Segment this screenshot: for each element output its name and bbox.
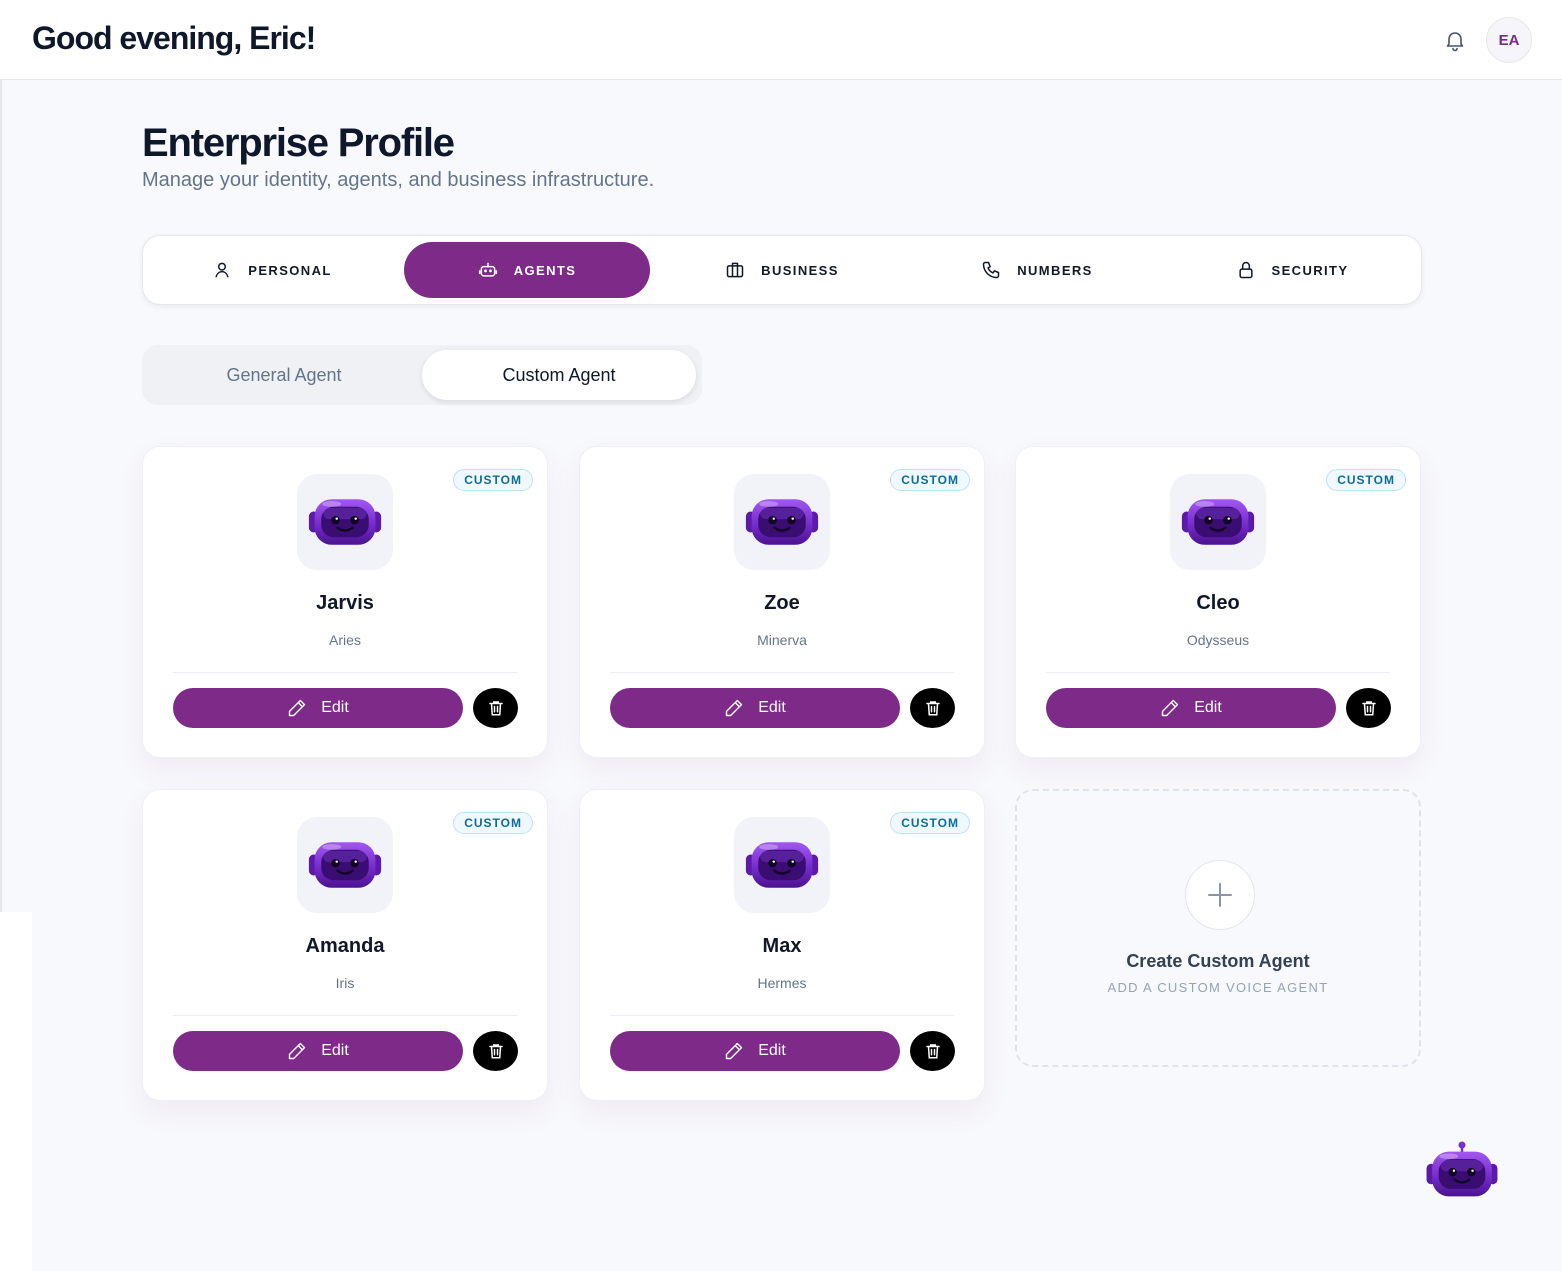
custom-badge: CUSTOM xyxy=(890,469,970,491)
plus-icon[interactable] xyxy=(1185,860,1255,930)
phone-icon xyxy=(982,261,1000,279)
agent-voice: Aries xyxy=(329,632,361,648)
agent-card: CUSTOM Zoe Minerva Edit xyxy=(579,446,985,758)
edit-label: Edit xyxy=(321,699,349,716)
edit-button[interactable]: Edit xyxy=(610,688,900,728)
tab-agents[interactable]: AGENTS xyxy=(404,242,650,298)
divider xyxy=(173,672,517,673)
edit-button[interactable]: Edit xyxy=(173,1031,463,1071)
divider xyxy=(610,672,954,673)
profile-tabs: PERSONAL AGENTS BUSINESS NUMBERS SECURIT… xyxy=(142,235,1422,305)
create-card-title: Create Custom Agent xyxy=(1126,951,1310,971)
agent-name: Cleo xyxy=(1196,592,1240,614)
robot-avatar-icon xyxy=(297,817,393,913)
pencil-icon xyxy=(1161,699,1179,717)
custom-badge: CUSTOM xyxy=(890,812,970,834)
delete-button[interactable] xyxy=(910,1031,955,1071)
agent-voice: Odysseus xyxy=(1186,632,1250,648)
pencil-icon xyxy=(725,1042,743,1060)
edit-button[interactable]: Edit xyxy=(173,688,463,728)
trash-icon xyxy=(488,701,503,716)
edit-button[interactable]: Edit xyxy=(1046,688,1336,728)
agent-voice: Minerva xyxy=(757,632,807,648)
agent-voice: Hermes xyxy=(757,975,807,991)
briefcase-icon xyxy=(726,262,744,278)
edit-label: Edit xyxy=(321,1042,349,1059)
sidebar-edge xyxy=(0,80,2,912)
agent-name: Max xyxy=(762,935,802,957)
agent-name: Zoe xyxy=(764,592,800,614)
pencil-icon xyxy=(288,1042,306,1060)
pencil-icon xyxy=(288,699,306,717)
bell-icon[interactable] xyxy=(1443,28,1467,52)
agent-card: CUSTOM Jarvis Aries Edit xyxy=(142,446,548,758)
robot-avatar-icon xyxy=(1170,474,1266,570)
robot-avatar-icon xyxy=(297,474,393,570)
tab-security[interactable]: SECURITY xyxy=(1169,242,1415,298)
custom-badge: CUSTOM xyxy=(453,469,533,491)
trash-icon xyxy=(925,701,940,716)
edit-label: Edit xyxy=(758,699,786,716)
tab-personal[interactable]: PERSONAL xyxy=(149,242,395,298)
divider xyxy=(610,1015,954,1016)
tab-label: BUSINESS xyxy=(761,262,839,278)
page-title: Enterprise Profile xyxy=(142,121,455,165)
edit-button[interactable]: Edit xyxy=(610,1031,900,1071)
delete-button[interactable] xyxy=(1346,688,1391,728)
user-icon xyxy=(215,262,229,278)
divider xyxy=(1046,672,1390,673)
robot-avatar-icon xyxy=(734,817,830,913)
edit-label: Edit xyxy=(1194,699,1222,716)
avatar[interactable]: EA xyxy=(1486,17,1532,63)
delete-button[interactable] xyxy=(473,1031,518,1071)
agent-card: CUSTOM Max Hermes Edit xyxy=(579,789,985,1101)
tab-label: PERSONAL xyxy=(248,262,332,278)
trash-icon xyxy=(488,1044,503,1059)
agent-name: Amanda xyxy=(305,935,385,957)
agent-card: CUSTOM Cleo Odysseus Edit xyxy=(1015,446,1421,758)
custom-badge: CUSTOM xyxy=(453,812,533,834)
robot-avatar-icon xyxy=(734,474,830,570)
delete-button[interactable] xyxy=(473,688,518,728)
pencil-icon xyxy=(725,699,743,717)
robot-icon xyxy=(478,262,497,277)
tab-label: NUMBERS xyxy=(1017,262,1093,278)
agent-card: CUSTOM Amanda Iris Edit xyxy=(142,789,548,1101)
trash-icon xyxy=(925,1044,940,1059)
divider xyxy=(173,1015,517,1016)
agent-name: Jarvis xyxy=(316,592,374,614)
tab-numbers[interactable]: NUMBERS xyxy=(914,242,1160,298)
tab-label: AGENTS xyxy=(513,262,577,278)
page-subtitle: Manage your identity, agents, and busine… xyxy=(142,169,655,191)
top-bar: Good evening, Eric! EA xyxy=(0,0,1562,80)
delete-button[interactable] xyxy=(910,688,955,728)
lock-icon xyxy=(1238,261,1253,279)
create-card-subtitle: ADD A CUSTOM VOICE AGENT xyxy=(1107,980,1329,995)
sidebar-edge-fill xyxy=(0,912,32,1271)
general-agent-button[interactable]: General Agent xyxy=(147,350,421,400)
tab-label: SECURITY xyxy=(1271,262,1349,278)
custom-badge: CUSTOM xyxy=(1326,469,1406,491)
assistant-robot-button[interactable] xyxy=(1422,1140,1502,1202)
custom-agent-button[interactable]: Custom Agent xyxy=(422,350,696,400)
robot-icon xyxy=(1422,1141,1502,1202)
edit-label: Edit xyxy=(758,1042,786,1059)
tab-business[interactable]: BUSINESS xyxy=(659,242,905,298)
trash-icon xyxy=(1361,701,1376,716)
create-custom-agent-card[interactable]: Create Custom Agent ADD A CUSTOM VOICE A… xyxy=(1015,789,1421,1067)
agent-voice: Iris xyxy=(335,975,355,991)
greeting: Good evening, Eric! xyxy=(32,20,316,56)
agent-type-toggle: General Agent Custom Agent xyxy=(142,345,702,405)
